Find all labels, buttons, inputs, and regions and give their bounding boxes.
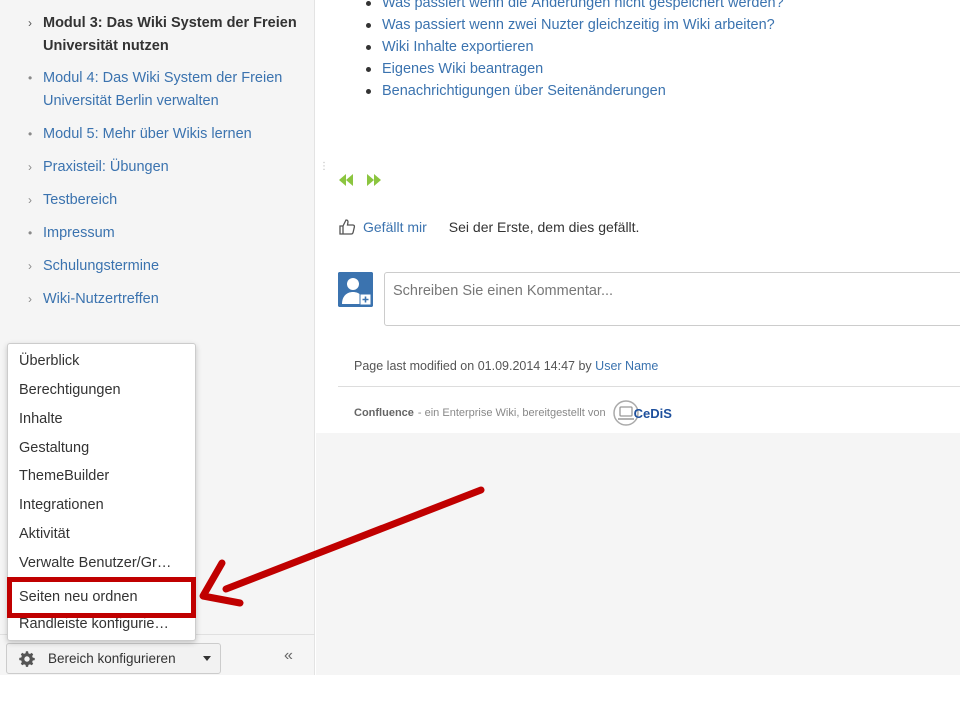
confluence-link[interactable]: Confluence bbox=[354, 407, 414, 419]
menu-item-integrationen[interactable]: Integrationen bbox=[19, 495, 191, 515]
sidebar-item-label[interactable]: Modul 3: Das Wiki System der Freien Univ… bbox=[43, 12, 298, 57]
sidebar-item-label[interactable]: Schulungstermine bbox=[43, 255, 298, 278]
page-navigation bbox=[338, 173, 382, 187]
sidebar-item-label[interactable]: Modul 5: Mehr über Wikis lernen bbox=[43, 123, 298, 146]
menu-item-themebuilder[interactable]: ThemeBuilder bbox=[19, 466, 191, 486]
footer-divider bbox=[338, 386, 960, 387]
bullet-icon bbox=[366, 89, 371, 94]
menu-item-inhalte[interactable]: Inhalte bbox=[19, 409, 191, 429]
bullet-icon bbox=[366, 1, 371, 6]
sidebar-item-schulungstermine[interactable]: › Schulungstermine bbox=[28, 255, 298, 278]
list-item-link[interactable]: Benachrichtigungen über Seitenänderungen bbox=[382, 83, 666, 99]
list-item-link[interactable]: Was passiert wenn die Änderungen nicht g… bbox=[382, 0, 784, 11]
menu-item-gestaltung[interactable]: Gestaltung bbox=[19, 438, 191, 458]
like-row: Gefällt mir Sei der Erste, dem dies gefä… bbox=[338, 218, 639, 236]
menu-item-randleiste-konfigurieren[interactable]: Randleiste konfigurie… bbox=[19, 616, 191, 632]
sidebar-item-praxisteil[interactable]: › Praxisteil: Übungen bbox=[28, 156, 298, 179]
chevron-right-icon[interactable]: › bbox=[28, 189, 40, 212]
like-summary: Sei der Erste, dem dies gefällt. bbox=[448, 219, 640, 235]
comment-input[interactable]: Schreiben Sie einen Kommentar... bbox=[384, 272, 960, 326]
sidebar-item-impressum[interactable]: • Impressum bbox=[28, 222, 298, 245]
cedis-logo[interactable]: CeDiS bbox=[612, 399, 672, 427]
list-item[interactable]: Eigenes Wiki beantragen bbox=[366, 58, 926, 80]
sidebar-item-label[interactable]: Wiki-Nutzertreffen bbox=[43, 288, 298, 311]
space-configure-label: Bereich konfigurieren bbox=[48, 651, 176, 666]
sidebar-item-label[interactable]: Testbereich bbox=[43, 189, 298, 212]
list-item[interactable]: Was passiert wenn die Änderungen nicht g… bbox=[366, 0, 926, 14]
menu-item-verwalte-benutzer[interactable]: Verwalte Benutzer/Gr… bbox=[19, 553, 191, 573]
bullet-icon bbox=[366, 23, 371, 28]
powered-by-text: - ein Enterprise Wiki, bereitgestellt vo… bbox=[417, 407, 606, 419]
menu-item-ueberblick[interactable]: Überblick bbox=[19, 351, 191, 371]
page-last-modified: Page last modified on 01.09.2014 14:47 b… bbox=[354, 359, 658, 373]
caret-down-icon bbox=[203, 656, 211, 661]
sidebar-item-testbereich[interactable]: › Testbereich bbox=[28, 189, 298, 212]
sidebar-item-label[interactable]: Praxisteil: Übungen bbox=[43, 156, 298, 179]
chevron-right-icon[interactable]: › bbox=[28, 288, 40, 311]
bullet-icon bbox=[366, 67, 371, 72]
bullet-icon: • bbox=[28, 127, 33, 141]
sidebar-item-label[interactable]: Modul 4: Das Wiki System der Freien Univ… bbox=[43, 67, 298, 112]
modified-user-link[interactable]: User Name bbox=[595, 359, 658, 373]
menu-item-berechtigungen[interactable]: Berechtigungen bbox=[19, 380, 191, 400]
modified-text: Page last modified on 01.09.2014 14:47 b… bbox=[354, 359, 592, 373]
chevron-right-icon[interactable]: › bbox=[28, 156, 40, 179]
sidebar-item-modul-3[interactable]: › Modul 3: Das Wiki System der Freien Un… bbox=[28, 12, 298, 57]
thumbs-up-icon[interactable] bbox=[338, 218, 356, 236]
page-background bbox=[316, 433, 960, 675]
sidebar-item-wiki-nutzertreffen[interactable]: › Wiki-Nutzertreffen bbox=[28, 288, 298, 311]
chevron-right-icon[interactable]: › bbox=[28, 255, 40, 278]
gear-icon bbox=[19, 650, 35, 667]
list-item-link[interactable]: Was passiert wenn zwei Nuzter gleichzeit… bbox=[382, 17, 775, 33]
sidebar-resize-handle[interactable]: ⋮ bbox=[319, 162, 329, 172]
sidebar-item-label[interactable]: Impressum bbox=[43, 222, 298, 245]
list-item-link[interactable]: Wiki Inhalte exportieren bbox=[382, 39, 534, 55]
bullet-icon: • bbox=[28, 226, 33, 240]
powered-by: Confluence - ein Enterprise Wiki, bereit… bbox=[354, 399, 672, 427]
collapse-sidebar-icon[interactable]: « bbox=[284, 647, 293, 665]
next-page-icon[interactable] bbox=[366, 173, 382, 187]
highlight-box bbox=[7, 577, 196, 618]
menu-item-aktivitaet[interactable]: Aktivität bbox=[19, 524, 191, 544]
bullet-icon bbox=[366, 45, 371, 50]
like-button[interactable]: Gefällt mir bbox=[363, 219, 427, 235]
bullet-icon: • bbox=[28, 71, 33, 85]
list-item-link[interactable]: Eigenes Wiki beantragen bbox=[382, 61, 543, 77]
space-configure-button[interactable]: Bereich konfigurieren bbox=[6, 643, 221, 674]
cedis-logo-text: CeDiS bbox=[633, 405, 672, 421]
list-item[interactable]: Was passiert wenn zwei Nuzter gleichzeit… bbox=[366, 14, 926, 36]
list-item[interactable]: Wiki Inhalte exportieren bbox=[366, 36, 926, 58]
sidebar-item-modul-4[interactable]: • Modul 4: Das Wiki System der Freien Un… bbox=[28, 67, 298, 112]
previous-page-icon[interactable] bbox=[338, 173, 354, 187]
user-avatar-icon bbox=[338, 272, 373, 307]
chevron-right-icon[interactable]: › bbox=[28, 12, 40, 35]
list-item[interactable]: Benachrichtigungen über Seitenänderungen bbox=[366, 80, 926, 102]
sidebar-item-modul-5[interactable]: • Modul 5: Mehr über Wikis lernen bbox=[28, 123, 298, 146]
